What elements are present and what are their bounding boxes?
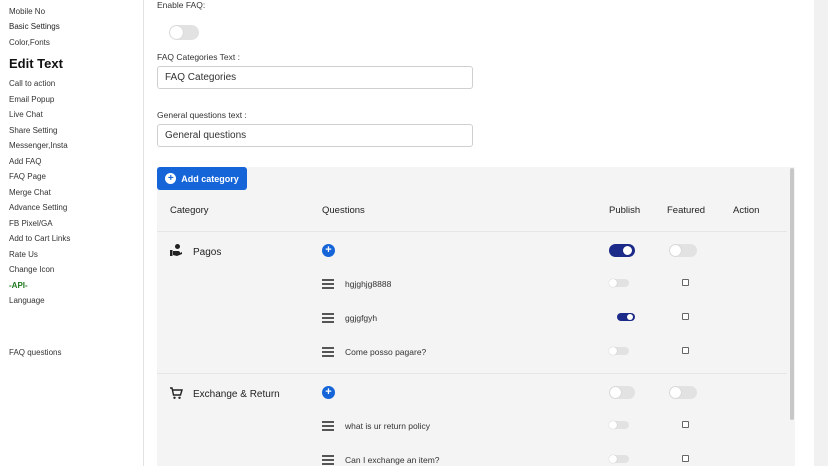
add-category-button[interactable]: + Add category — [157, 167, 247, 190]
sidebar-item-faq-page[interactable]: FAQ Page — [9, 172, 46, 181]
sidebar-item-call-to-action[interactable]: Call to action — [9, 79, 55, 88]
enable-faq-label: Enable FAQ: — [157, 0, 206, 10]
question-text: Come posso pagare? — [345, 347, 427, 357]
sidebar: Mobile No Basic Settings Color,Fonts Edi… — [0, 0, 144, 466]
featured-checkbox[interactable] — [682, 347, 689, 354]
add-category-label: Add category — [181, 173, 239, 184]
sidebar-item-basic-settings[interactable]: Basic Settings — [9, 22, 60, 31]
faq-categories-input[interactable] — [157, 66, 473, 89]
sidebar-item-faq-questions[interactable]: FAQ questions — [9, 348, 61, 357]
featured-toggle[interactable] — [669, 244, 697, 257]
add-question-button[interactable]: + — [322, 386, 335, 399]
question-text: what is ur return policy — [345, 421, 431, 431]
add-question-button[interactable]: + — [322, 244, 335, 257]
featured-toggle[interactable] — [669, 386, 697, 399]
featured-checkbox[interactable] — [682, 279, 689, 286]
question-publish-toggle[interactable] — [609, 347, 629, 355]
sidebar-item-rate-us[interactable]: Rate Us — [9, 250, 38, 259]
sidebar-item-language[interactable]: Language — [9, 296, 45, 305]
question-publish-toggle[interactable] — [609, 279, 629, 287]
hand-money-icon — [170, 244, 182, 256]
publish-toggle[interactable] — [609, 386, 635, 399]
publish-toggle[interactable] — [609, 244, 635, 257]
question-text: Can I exchange an item? — [345, 455, 440, 465]
drag-handle-icon[interactable] — [322, 421, 334, 431]
general-questions-label: General questions text : — [157, 110, 247, 120]
sidebar-item-mobile-no[interactable]: Mobile No — [9, 7, 45, 16]
category-name: Exchange & Return — [193, 389, 280, 400]
question-publish-toggle[interactable] — [609, 455, 629, 463]
faq-categories-label: FAQ Categories Text : — [157, 52, 240, 62]
enable-faq-toggle[interactable] — [169, 25, 199, 40]
drag-handle-icon[interactable] — [322, 313, 334, 323]
sidebar-item-add-faq[interactable]: Add FAQ — [9, 157, 41, 166]
drag-handle-icon[interactable] — [322, 279, 334, 289]
column-header-action: Action — [733, 205, 760, 216]
question-text: ggjgfgyh — [345, 313, 378, 323]
column-header-category: Category — [170, 205, 209, 216]
sidebar-item-merge-chat[interactable]: Merge Chat — [9, 188, 51, 197]
featured-checkbox[interactable] — [682, 455, 689, 462]
plus-circle-icon: + — [165, 173, 177, 184]
sidebar-item-share-setting[interactable]: Share Setting — [9, 126, 57, 135]
category-table: + Add category Category Questions Publis… — [157, 167, 795, 466]
sidebar-item-advance-setting[interactable]: Advance Setting — [9, 203, 67, 212]
scrollbar[interactable] — [790, 168, 794, 420]
divider — [157, 231, 787, 232]
divider — [157, 373, 787, 374]
sidebar-item-messenger-insta[interactable]: Messenger,Insta — [9, 141, 68, 150]
question-publish-toggle[interactable] — [617, 313, 635, 321]
column-header-questions: Questions — [322, 205, 365, 216]
column-header-publish: Publish — [609, 205, 641, 216]
main-panel: Enable FAQ: FAQ Categories Text : Genera… — [144, 0, 814, 466]
featured-checkbox[interactable] — [682, 313, 689, 320]
question-text: hgjghjg8888 — [345, 279, 392, 289]
sidebar-item-live-chat[interactable]: Live Chat — [9, 110, 43, 119]
sidebar-item-add-to-cart-links[interactable]: Add to Cart Links — [9, 234, 70, 243]
question-publish-toggle[interactable] — [609, 421, 629, 429]
sidebar-heading: Edit Text — [9, 56, 63, 71]
sidebar-item-change-icon[interactable]: Change Icon — [9, 265, 54, 274]
drag-handle-icon[interactable] — [322, 347, 334, 357]
sidebar-item-email-popup[interactable]: Email Popup — [9, 95, 54, 104]
category-name: Pagos — [193, 247, 222, 258]
sidebar-item-color-fonts[interactable]: Color,Fonts — [9, 38, 50, 47]
cart-icon — [170, 387, 183, 399]
featured-checkbox[interactable] — [682, 421, 689, 428]
column-header-featured: Featured — [667, 205, 706, 216]
sidebar-item-fb-pixel-ga[interactable]: FB Pixel/GA — [9, 219, 53, 228]
sidebar-item-api[interactable]: -API- — [9, 281, 28, 290]
general-questions-input[interactable] — [157, 124, 473, 147]
drag-handle-icon[interactable] — [322, 455, 334, 465]
